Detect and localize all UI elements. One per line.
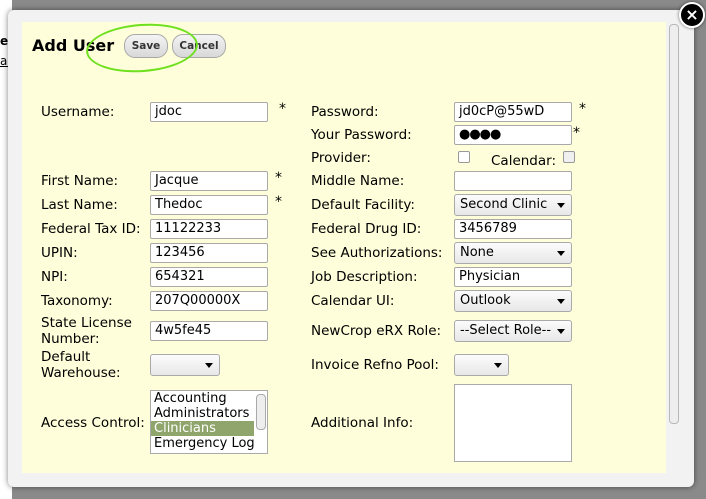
provider-label: Provider: [311, 150, 371, 166]
calendar-label: Calendar: [491, 153, 557, 169]
default-facility-select[interactable]: Second Clinic [454, 194, 572, 216]
username-input[interactable]: jdoc [150, 102, 268, 122]
default-warehouse-select[interactable] [150, 354, 220, 376]
npi-input[interactable]: 654321 [150, 267, 268, 287]
close-icon[interactable]: × [679, 2, 705, 28]
last-name-input[interactable]: Thedoc [150, 195, 268, 215]
middle-name-input[interactable] [454, 171, 572, 191]
required-mark: * [275, 170, 282, 186]
state-license-label: State License [41, 315, 132, 331]
list-item[interactable]: Accounting [151, 391, 254, 406]
invoice-refno-pool-select[interactable] [454, 354, 509, 376]
your-password-label: Your Password: [311, 127, 412, 143]
list-item[interactable]: Administrators [151, 406, 254, 421]
first-name-label: First Name: [41, 173, 119, 189]
chevron-down-icon [557, 329, 565, 334]
default-facility-label: Default Facility: [311, 197, 415, 213]
chevron-down-icon [494, 363, 502, 368]
dialog-scrollbar[interactable] [666, 22, 680, 473]
federal-tax-id-input[interactable]: 11122233 [150, 219, 268, 239]
additional-info-label: Additional Info: [311, 415, 414, 431]
see-authorizations-value: None [460, 245, 494, 260]
list-item[interactable]: Emergency Login [151, 436, 254, 451]
default-facility-value: Second Clinic [460, 197, 548, 212]
provider-checkbox[interactable] [458, 151, 470, 163]
password-label: Password: [311, 104, 379, 120]
access-control-listbox[interactable]: Accounting Administrators Clinicians Eme… [150, 390, 268, 454]
chevron-down-icon [557, 203, 565, 208]
password-input[interactable]: jd0cP@55wD [454, 102, 572, 122]
required-mark: * [579, 101, 586, 117]
npi-label: NPI: [41, 269, 68, 285]
required-mark: * [279, 101, 286, 117]
newcrop-role-label: NewCrop eRX Role: [311, 323, 442, 339]
state-license-label: Number: [41, 331, 100, 347]
access-control-label: Access Control: [41, 415, 145, 431]
calendar-checkbox[interactable] [563, 151, 575, 163]
last-name-label: Last Name: [41, 197, 118, 213]
job-description-input[interactable]: Physician [454, 267, 572, 287]
username-label: Username: [41, 104, 115, 120]
taxonomy-input[interactable]: 207Q00000X [150, 291, 268, 311]
chevron-down-icon [557, 299, 565, 304]
your-password-input[interactable]: ●●●● [454, 125, 572, 145]
first-name-input[interactable]: Jacque [150, 171, 268, 191]
job-description-label: Job Description: [311, 269, 418, 285]
invoice-refno-pool-label: Invoice Refno Pool: [311, 357, 439, 373]
required-mark: * [275, 194, 282, 210]
upin-label: UPIN: [41, 245, 78, 261]
default-warehouse-label: Default [41, 349, 91, 365]
chevron-down-icon [557, 251, 565, 256]
scrollbar-thumb[interactable] [669, 24, 679, 424]
federal-drug-id-label: Federal Drug ID: [311, 221, 422, 237]
federal-tax-id-label: Federal Tax ID: [41, 221, 141, 237]
middle-name-label: Middle Name: [311, 173, 405, 189]
listbox-scrollbar[interactable] [254, 392, 266, 452]
see-authorizations-select[interactable]: None [454, 242, 572, 264]
upin-input[interactable]: 123456 [150, 243, 268, 263]
default-warehouse-label: Warehouse: [41, 365, 121, 381]
calendar-ui-label: Calendar UI: [311, 293, 395, 309]
required-mark: * [573, 125, 580, 141]
additional-info-textarea[interactable] [454, 384, 572, 462]
listbox-scrollbar-thumb[interactable] [256, 394, 266, 430]
newcrop-role-select[interactable]: --Select Role-- [454, 320, 572, 342]
newcrop-role-value: --Select Role-- [460, 323, 552, 338]
background-fragment: e [0, 34, 9, 48]
calendar-ui-select[interactable]: Outlook [454, 290, 572, 312]
state-license-input[interactable]: 4w5fe45 [150, 321, 268, 341]
list-item[interactable]: Clinicians [151, 421, 254, 436]
see-authorizations-label: See Authorizations: [311, 245, 443, 261]
federal-drug-id-input[interactable]: 3456789 [454, 219, 572, 239]
calendar-ui-value: Outlook [460, 293, 511, 308]
chevron-down-icon [205, 363, 213, 368]
taxonomy-label: Taxonomy: [41, 293, 113, 309]
